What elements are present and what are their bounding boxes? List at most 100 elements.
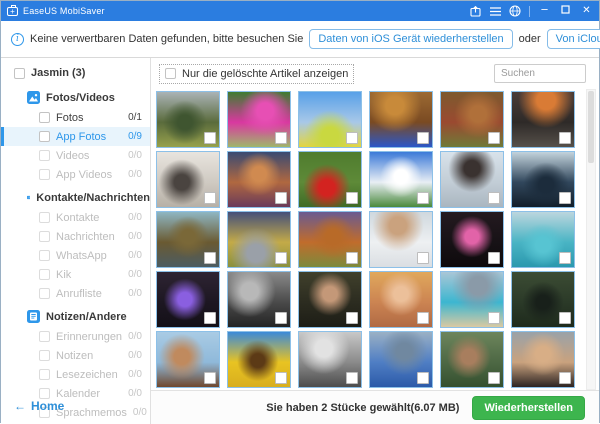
photo-checkbox[interactable]: [488, 132, 500, 144]
menu-icon[interactable]: [489, 5, 501, 17]
photo-checkbox[interactable]: [488, 192, 500, 204]
sidebar-item-notizen[interactable]: Notizen 0/0: [1, 346, 150, 365]
sidebar-item-erinnerungen[interactable]: Erinnerungen 0/0: [1, 327, 150, 346]
deleted-only-filter[interactable]: Nur die gelöschte Artikel anzeigen: [159, 63, 355, 84]
sidebar-item-kik[interactable]: Kik 0/0: [1, 265, 150, 284]
photo-checkbox[interactable]: [559, 372, 571, 384]
sidebar-item-checkbox[interactable]: [39, 231, 50, 242]
photo-thumbnail[interactable]: [298, 91, 362, 148]
photo-thumbnail[interactable]: [511, 331, 575, 388]
photo-checkbox[interactable]: [275, 312, 287, 324]
recover-button[interactable]: Wiederherstellen: [472, 395, 585, 420]
photo-checkbox[interactable]: [417, 132, 429, 144]
recover-from-ios-button[interactable]: Daten von iOS Gerät wiederherstellen: [309, 29, 513, 49]
photo-checkbox[interactable]: [346, 312, 358, 324]
photo-thumbnail[interactable]: [440, 211, 504, 268]
sidebar-item-checkbox[interactable]: [39, 131, 50, 142]
photo-checkbox[interactable]: [275, 132, 287, 144]
photo-checkbox[interactable]: [275, 192, 287, 204]
photo-thumbnail[interactable]: [298, 211, 362, 268]
photo-checkbox[interactable]: [346, 132, 358, 144]
search-input[interactable]: [494, 64, 586, 83]
photo-checkbox[interactable]: [417, 252, 429, 264]
photo-thumbnail[interactable]: [298, 151, 362, 208]
photo-thumbnail[interactable]: [511, 91, 575, 148]
sidebar-item-nachrichten[interactable]: Nachrichten 0/0: [1, 227, 150, 246]
minimize-icon[interactable]: ─: [538, 5, 551, 17]
share-icon[interactable]: [469, 5, 481, 17]
photo-checkbox[interactable]: [204, 132, 216, 144]
sidebar-item-whatsapp[interactable]: WhatsApp 0/0: [1, 246, 150, 265]
photo-thumbnail[interactable]: [369, 211, 433, 268]
photo-checkbox[interactable]: [275, 372, 287, 384]
photo-thumbnail[interactable]: [369, 151, 433, 208]
photo-thumbnail[interactable]: [227, 151, 291, 208]
device-checkbox[interactable]: [14, 67, 25, 79]
sidebar-item-lesezeichen[interactable]: Lesezeichen 0/0: [1, 365, 150, 384]
photo-thumbnail[interactable]: [227, 91, 291, 148]
close-icon[interactable]: ✕: [580, 5, 593, 17]
sidebar-item-app-fotos[interactable]: App Fotos 0/9: [1, 127, 150, 146]
sidebar-item-kontakte[interactable]: Kontakte 0/0: [1, 208, 150, 227]
home-button[interactable]: ← Home: [14, 399, 64, 413]
photo-checkbox[interactable]: [488, 252, 500, 264]
sidebar-item-checkbox[interactable]: [39, 150, 50, 161]
photo-thumbnail[interactable]: [227, 331, 291, 388]
photo-checkbox[interactable]: [275, 252, 287, 264]
sidebar-item-app-videos[interactable]: App Videos 0/0: [1, 165, 150, 184]
photo-thumbnail[interactable]: [298, 271, 362, 328]
recover-from-icloud-button[interactable]: Von iCloud Backup wiederherstellen: [546, 29, 600, 49]
sidebar-item-checkbox[interactable]: [39, 269, 50, 280]
photo-thumbnail[interactable]: [511, 151, 575, 208]
photo-thumbnail[interactable]: [511, 271, 575, 328]
photo-checkbox[interactable]: [346, 372, 358, 384]
photo-checkbox[interactable]: [488, 372, 500, 384]
sidebar-item-checkbox[interactable]: [39, 169, 50, 180]
sidebar-item-fotos[interactable]: Fotos 0/1: [1, 108, 150, 127]
globe-icon[interactable]: [509, 5, 521, 17]
sidebar-item-checkbox[interactable]: [39, 250, 50, 261]
scrollbar[interactable]: [586, 89, 596, 390]
device-row[interactable]: Jasmin (3): [1, 58, 150, 84]
sidebar-item-checkbox[interactable]: [39, 369, 50, 380]
photo-thumbnail[interactable]: [440, 151, 504, 208]
photo-thumbnail[interactable]: [227, 271, 291, 328]
photo-checkbox[interactable]: [559, 192, 571, 204]
photo-checkbox[interactable]: [346, 192, 358, 204]
photo-thumbnail[interactable]: [369, 331, 433, 388]
photo-checkbox[interactable]: [559, 132, 571, 144]
sidebar-item-checkbox[interactable]: [39, 212, 50, 223]
photo-thumbnail[interactable]: [156, 211, 220, 268]
photo-checkbox[interactable]: [346, 252, 358, 264]
photo-thumbnail[interactable]: [298, 331, 362, 388]
photo-thumbnail[interactable]: [227, 211, 291, 268]
photo-thumbnail[interactable]: [440, 91, 504, 148]
sidebar-item-checkbox[interactable]: [39, 331, 50, 342]
photo-checkbox[interactable]: [488, 312, 500, 324]
sidebar-item-anrufliste[interactable]: Anrufliste 0/0: [1, 284, 150, 303]
photo-checkbox[interactable]: [559, 312, 571, 324]
photo-checkbox[interactable]: [559, 252, 571, 264]
maximize-icon[interactable]: [559, 4, 572, 18]
photo-checkbox[interactable]: [204, 372, 216, 384]
sidebar-item-checkbox[interactable]: [39, 112, 50, 123]
photo-checkbox[interactable]: [204, 192, 216, 204]
photo-checkbox[interactable]: [417, 372, 429, 384]
sidebar-item-checkbox[interactable]: [39, 388, 50, 399]
sidebar-item-videos[interactable]: Videos 0/0: [1, 146, 150, 165]
sidebar-item-checkbox[interactable]: [39, 350, 50, 361]
photo-thumbnail[interactable]: [369, 91, 433, 148]
photo-thumbnail[interactable]: [440, 271, 504, 328]
deleted-only-checkbox[interactable]: [165, 68, 176, 79]
photo-thumbnail[interactable]: [156, 271, 220, 328]
photo-thumbnail[interactable]: [511, 211, 575, 268]
photo-checkbox[interactable]: [204, 252, 216, 264]
photo-thumbnail[interactable]: [369, 271, 433, 328]
photo-thumbnail[interactable]: [156, 151, 220, 208]
photo-checkbox[interactable]: [417, 192, 429, 204]
photo-thumbnail[interactable]: [156, 331, 220, 388]
photo-checkbox[interactable]: [204, 312, 216, 324]
photo-checkbox[interactable]: [417, 312, 429, 324]
photo-thumbnail[interactable]: [156, 91, 220, 148]
photo-thumbnail[interactable]: [440, 331, 504, 388]
